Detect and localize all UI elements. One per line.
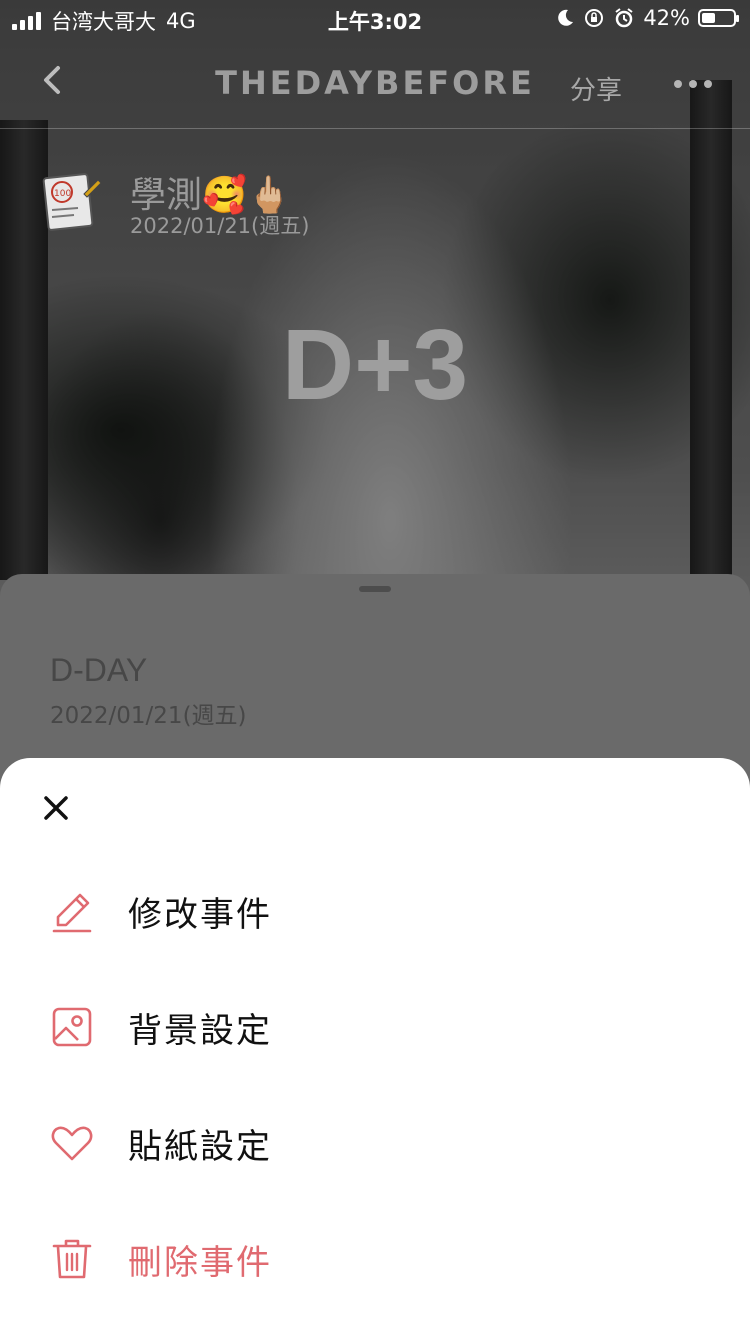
- battery-icon: [698, 9, 739, 27]
- moon-icon: [558, 9, 574, 26]
- share-button[interactable]: 分享: [570, 70, 622, 107]
- edit-event-label: 修改事件: [128, 894, 272, 935]
- dday-label: D-DAY: [50, 652, 148, 688]
- image-icon: [52, 1007, 92, 1047]
- delete-event-label: 刪除事件: [128, 1242, 272, 1283]
- sticker-settings-label: 貼紙設定: [128, 1126, 272, 1167]
- test-paper-sticker-icon: 100: [42, 173, 102, 231]
- trash-icon: [52, 1239, 92, 1279]
- edit-event-button[interactable]: 修改事件: [0, 866, 750, 956]
- sticker-settings-button[interactable]: 貼紙設定: [0, 1098, 750, 1188]
- background-settings-label: 背景設定: [128, 1010, 272, 1051]
- svg-text:100: 100: [54, 189, 71, 199]
- alarm-icon: [615, 8, 633, 28]
- rotation-lock-icon: [585, 9, 604, 27]
- event-date: 2022/01/21(週五): [130, 214, 310, 238]
- dday-date: 2022/01/21(週五): [50, 703, 247, 729]
- heart-icon: [51, 1126, 93, 1161]
- drag-handle[interactable]: [359, 586, 391, 592]
- pencil-icon: [52, 893, 92, 933]
- close-icon[interactable]: [40, 792, 72, 824]
- more-options-icon[interactable]: [674, 80, 712, 88]
- app-title: THEDAYBEFORE: [215, 64, 535, 102]
- delete-event-button[interactable]: 刪除事件: [0, 1214, 750, 1304]
- day-counter: D+3: [281, 309, 469, 421]
- battery-percent: 42%: [643, 6, 690, 30]
- background-settings-button[interactable]: 背景設定: [0, 982, 750, 1072]
- status-bar: 台湾大哥大 4G 上午3:02 42%: [0, 0, 750, 40]
- navigation-bar: THEDAYBEFORE 分享: [0, 40, 750, 129]
- action-sheet: 修改事件 背景設定 貼紙設定 刪除事件: [0, 758, 750, 1334]
